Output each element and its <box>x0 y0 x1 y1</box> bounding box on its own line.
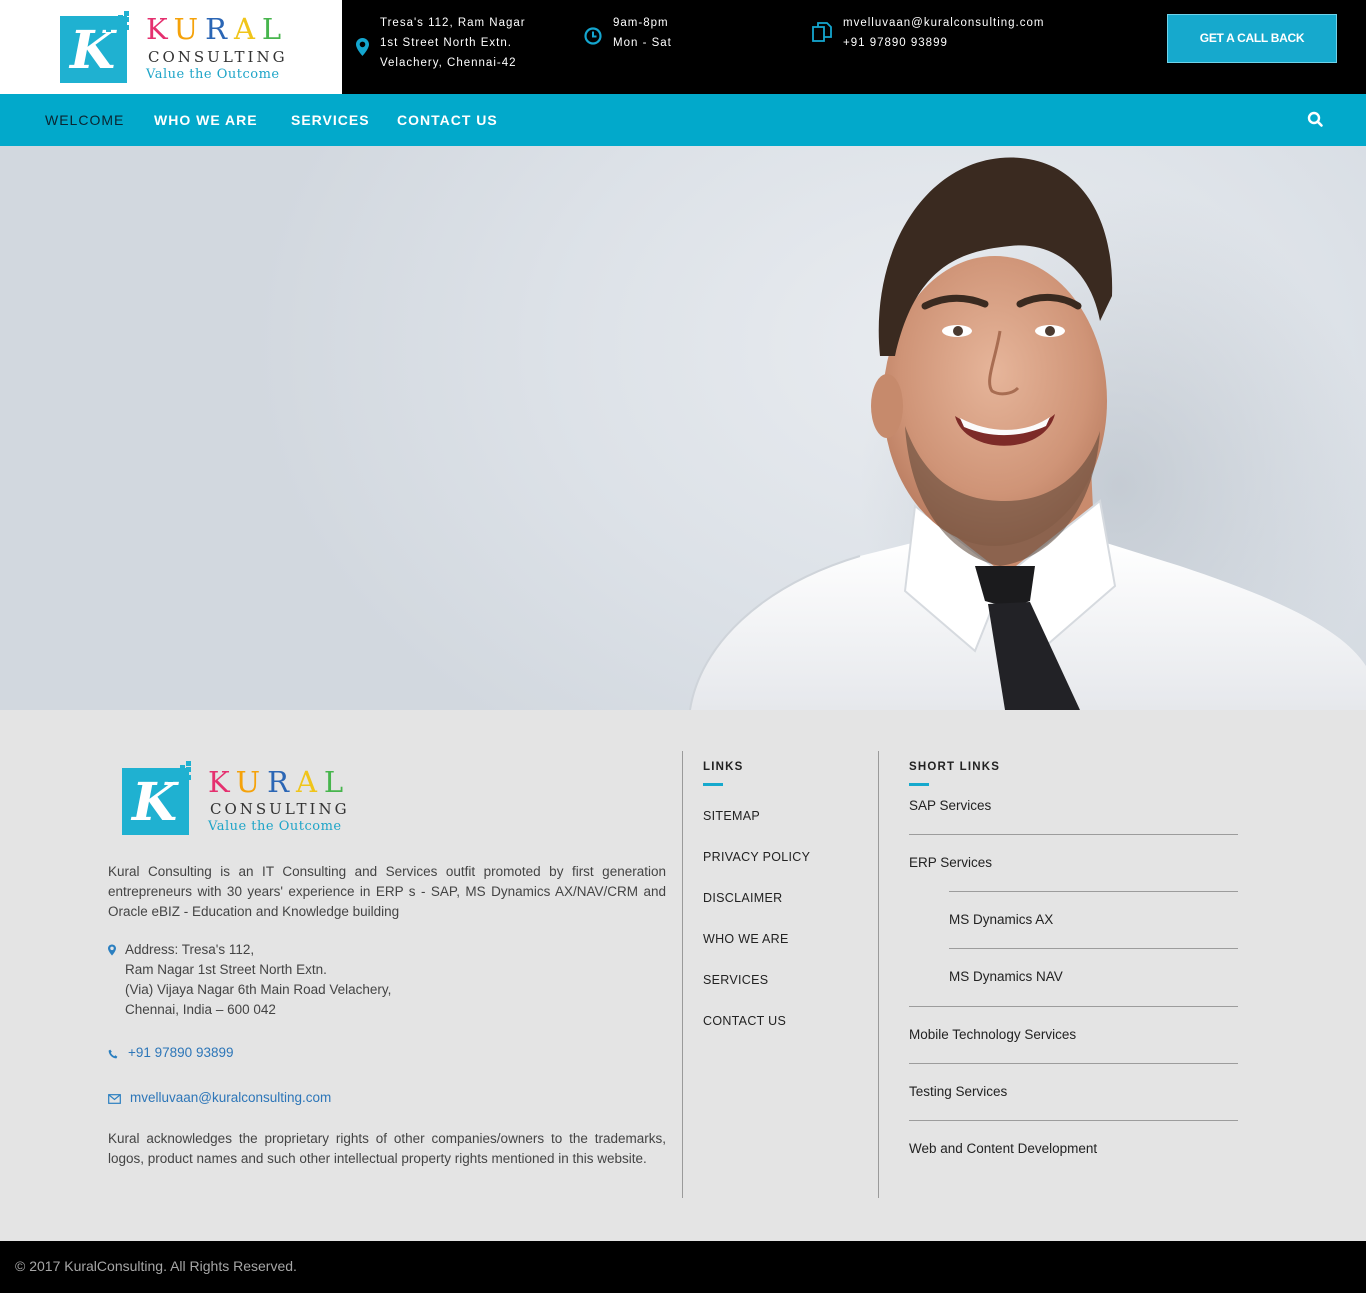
footer-link-contact-us[interactable]: CONTACT US <box>703 1014 786 1028</box>
links-heading: LINKS <box>703 761 744 773</box>
short-link-mobile-technology[interactable]: Mobile Technology Services <box>909 1027 1076 1042</box>
divider <box>909 834 1238 835</box>
footer-logo[interactable]: K KURAL CONSULTING Value the Outcome <box>122 761 352 837</box>
logo-mark: K <box>60 16 127 83</box>
header-hours: 9am-8pm Mon - Sat <box>613 17 672 49</box>
header-email[interactable]: mvelluvaan@kuralconsulting.com <box>843 13 1044 33</box>
short-link-web-content-development[interactable]: Web and Content Development <box>909 1141 1097 1156</box>
clock-icon <box>584 27 602 45</box>
footer-link-who-we-are[interactable]: WHO WE ARE <box>703 932 789 946</box>
short-link-sap-services[interactable]: SAP Services <box>909 798 991 813</box>
short-link-ms-dynamics-nav[interactable]: MS Dynamics NAV <box>949 969 1063 984</box>
footer-link-sitemap[interactable]: SITEMAP <box>703 809 760 823</box>
map-marker-icon <box>356 38 369 56</box>
short-link-ms-dynamics-ax[interactable]: MS Dynamics AX <box>949 912 1053 927</box>
search-icon[interactable] <box>1306 110 1326 130</box>
logo-brand-name: KURAL <box>146 12 289 46</box>
header-phone[interactable]: +91 97890 93899 <box>843 33 1044 53</box>
column-divider <box>878 751 879 1198</box>
about-text: Kural Consulting is an IT Consulting and… <box>108 864 666 919</box>
nav-item-who-we-are[interactable]: WHO WE ARE <box>154 94 258 146</box>
logo-tagline: Value the Outcome <box>208 819 342 834</box>
header-address: Tresa's 112, Ram Nagar 1st Street North … <box>380 17 526 69</box>
nav-item-services[interactable]: SERVICES <box>291 94 370 146</box>
divider <box>949 948 1238 949</box>
hero-person-image <box>689 157 1366 710</box>
logo-mark: K <box>122 768 189 835</box>
logo-brand-name: KURAL <box>208 765 351 799</box>
footer-link-services[interactable]: SERVICES <box>703 973 768 987</box>
footer-address: Address: Tresa's 112, Ram Nagar 1st Stre… <box>125 942 392 1017</box>
logo-subtitle: CONSULTING <box>148 48 288 66</box>
short-link-erp-services[interactable]: ERP Services <box>909 855 992 870</box>
envelope-icon <box>108 1094 121 1104</box>
copyright-bar: © 2017 KuralConsulting. All Rights Reser… <box>0 1241 1366 1293</box>
divider <box>909 1006 1238 1007</box>
divider <box>909 1063 1238 1064</box>
nav-item-welcome[interactable]: WELCOME <box>45 94 124 146</box>
nav-item-contact-us[interactable]: CONTACT US <box>397 94 498 146</box>
column-divider <box>682 751 683 1198</box>
footer-link-privacy-policy[interactable]: PRIVACY POLICY <box>703 850 810 864</box>
footer-email-link[interactable]: mvelluvaan@kuralconsulting.com <box>130 1090 331 1105</box>
divider <box>909 1120 1238 1121</box>
legal-notice: Kural acknowledges the proprietary right… <box>108 1131 666 1166</box>
heading-underline <box>909 783 929 786</box>
heading-underline <box>703 783 723 786</box>
logo-subtitle: CONSULTING <box>210 800 350 818</box>
copy-icon <box>812 22 832 42</box>
site-footer: K KURAL CONSULTING Value the Outcome Kur… <box>0 710 1366 1241</box>
site-logo[interactable]: K KURAL CONSULTING Value the Outcome <box>60 11 290 87</box>
divider <box>949 891 1238 892</box>
copyright-text: © 2017 KuralConsulting. All Rights Reser… <box>15 1258 297 1274</box>
short-links-heading: SHORT LINKS <box>909 761 1001 773</box>
map-marker-icon <box>108 944 116 956</box>
header-contact: mvelluvaan@kuralconsulting.com +91 97890… <box>843 13 1044 53</box>
get-call-back-button[interactable]: GET A CALL BACK <box>1167 14 1337 63</box>
footer-link-disclaimer[interactable]: DISCLAIMER <box>703 891 782 905</box>
top-bar: K KURAL CONSULTING Value the Outcome Tre… <box>0 0 1366 94</box>
footer-phone-link[interactable]: +91 97890 93899 <box>128 1045 233 1060</box>
main-nav: WELCOME WHO WE ARE SERVICES CONTACT US <box>0 94 1366 146</box>
hero-banner <box>0 146 1366 710</box>
short-link-testing-services[interactable]: Testing Services <box>909 1084 1007 1099</box>
logo-area: K KURAL CONSULTING Value the Outcome <box>0 0 342 94</box>
phone-icon <box>108 1049 118 1059</box>
logo-tagline: Value the Outcome <box>146 67 280 82</box>
